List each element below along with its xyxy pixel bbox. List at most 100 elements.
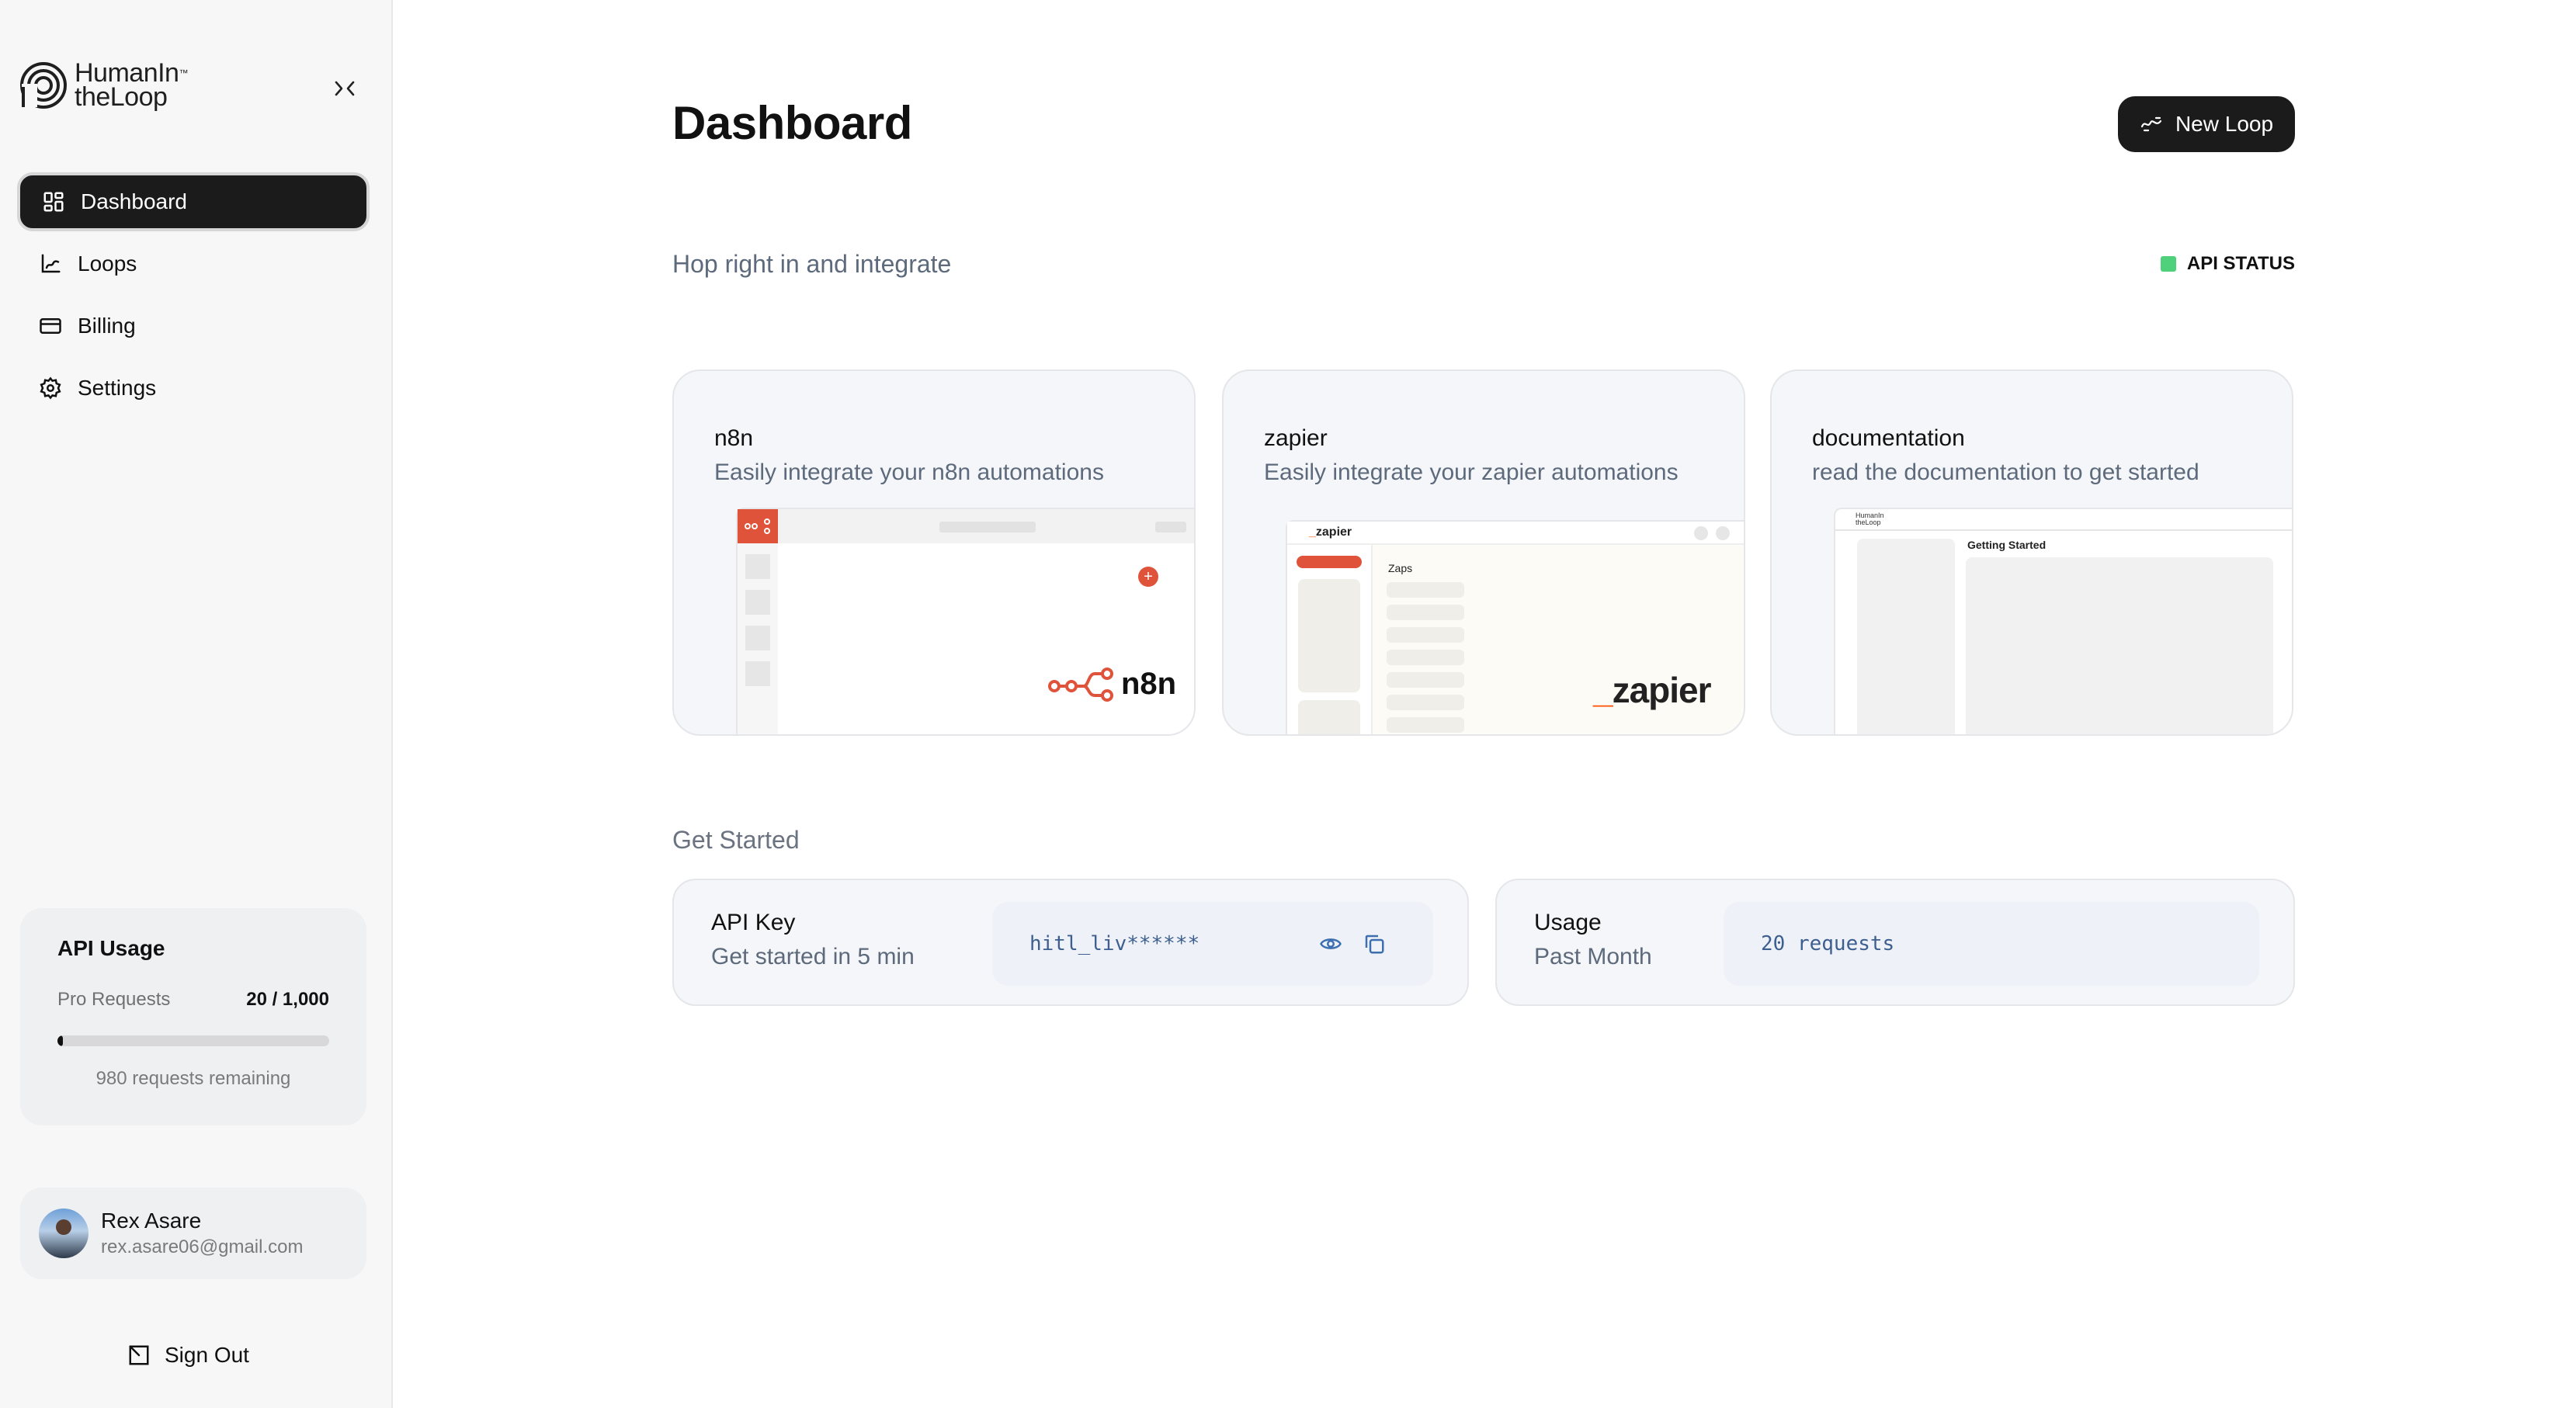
api-key-description: Get started in 5 min xyxy=(711,944,915,969)
get-started-row: API Key Get started in 5 min hitl_liv***… xyxy=(672,879,2295,1006)
zapier-preview-row xyxy=(1387,627,1464,643)
usage-description: Past Month xyxy=(1534,944,1652,969)
sidebar-item-label: Billing xyxy=(78,314,136,338)
brand-wordmark: HumanIn™ theLoop xyxy=(75,60,188,112)
zapier-preview-row xyxy=(1387,582,1464,598)
card-title: n8n xyxy=(714,425,754,451)
zapier-preview-dot xyxy=(1716,526,1730,540)
integration-cards: n8n Easily integrate your n8n automation… xyxy=(672,369,2295,736)
n8n-preview-side-block xyxy=(745,590,770,615)
collapse-icon xyxy=(335,81,355,96)
sidebar-item-label: Dashboard xyxy=(81,189,187,213)
loops-icon xyxy=(41,254,61,273)
copy-icon xyxy=(1365,935,1384,954)
brand-line2: theLoop xyxy=(75,82,168,112)
api-key-value: hitl_liv****** xyxy=(1029,932,1200,955)
zapier-mini-logo-text: zapier xyxy=(1315,525,1352,539)
docs-preview-topbar: HumanIn theLoop xyxy=(1835,509,2292,531)
n8n-mini-icon xyxy=(745,518,770,534)
api-key-card: API Key Get started in 5 min hitl_liv***… xyxy=(672,879,1469,1006)
usage-progress-fill xyxy=(57,1035,63,1046)
usage-card: Usage Past Month 20 requests xyxy=(1495,879,2295,1006)
avatar xyxy=(39,1209,89,1258)
sidebar-item-label: Loops xyxy=(78,251,137,276)
n8n-brand: n8n xyxy=(1048,666,1176,702)
card-title: zapier xyxy=(1264,425,1328,451)
usage-value-box: 20 requests xyxy=(1724,902,2259,986)
logo-mark-icon xyxy=(20,62,67,109)
api-key-title: API Key xyxy=(711,910,796,935)
usage-progress-bar xyxy=(57,1035,329,1046)
docs-preview-content xyxy=(1966,557,2273,734)
usage-value: 20 requests xyxy=(1761,932,1895,955)
api-usage-card: API Usage Pro Requests 20 / 1,000 980 re… xyxy=(20,908,366,1125)
n8n-preview-side-block xyxy=(745,626,770,650)
new-loop-button[interactable]: New Loop xyxy=(2118,96,2295,152)
status-dot xyxy=(2160,256,2176,272)
card-description: read the documentation to get started xyxy=(1812,460,2199,485)
add-node-icon: + xyxy=(1138,567,1158,587)
sidebar-item-settings[interactable]: Settings xyxy=(17,359,370,418)
zapier-preview-row xyxy=(1387,672,1464,688)
sidebar: HumanIn™ theLoop Dashboard Loops Billing… xyxy=(0,0,393,1408)
api-usage-row: Pro Requests 20 / 1,000 xyxy=(57,989,329,1011)
page-title: Dashboard xyxy=(672,97,912,149)
new-loop-icon xyxy=(2140,116,2162,132)
sign-out-icon xyxy=(129,1345,149,1365)
usage-title: Usage xyxy=(1534,910,1602,935)
zapier-mini-logo: _zapier xyxy=(1309,525,1352,539)
gear-icon xyxy=(40,376,61,400)
sidebar-item-loops[interactable]: Loops xyxy=(17,234,370,293)
integrate-heading: Hop right in and integrate xyxy=(672,250,952,278)
n8n-wordmark: n8n xyxy=(1121,666,1177,701)
request-count: 20 / 1,000 xyxy=(246,989,329,1010)
user-name: Rex Asare xyxy=(101,1209,202,1233)
zapier-preview-heading: Zaps xyxy=(1388,562,1413,574)
zapier-card[interactable]: zapier Easily integrate your zapier auto… xyxy=(1222,369,1745,736)
n8n-preview-logo xyxy=(738,509,778,543)
zapier-preview-row xyxy=(1387,717,1464,733)
api-status-indicator[interactable]: API STATUS xyxy=(2160,253,2295,275)
zapier-preview-sidebar xyxy=(1287,545,1373,734)
n8n-preview-tab xyxy=(939,522,1036,532)
zapier-preview-row xyxy=(1387,605,1464,620)
reveal-key-button[interactable] xyxy=(1317,930,1345,958)
docs-preview-sidebar xyxy=(1857,539,1955,734)
docs-preview-heading: Getting Started xyxy=(1967,539,2047,551)
sidebar-item-dashboard[interactable]: Dashboard xyxy=(17,172,370,231)
api-usage-title: API Usage xyxy=(57,936,165,960)
zapier-preview-row xyxy=(1387,650,1464,665)
zapier-preview-topbar: _zapier xyxy=(1287,522,1744,545)
dashboard-icon xyxy=(43,192,64,212)
card-icon xyxy=(40,318,61,334)
zapier-preview: _zapier Zaps _zapier xyxy=(1286,520,1744,734)
brand-tm: ™ xyxy=(179,68,188,78)
card-title: documentation xyxy=(1812,425,1965,451)
zapier-preview-row xyxy=(1387,695,1464,710)
api-status-label: API STATUS xyxy=(2186,253,2295,274)
brand-logo[interactable]: HumanIn™ theLoop xyxy=(19,60,188,112)
sidebar-item-label: Settings xyxy=(78,376,157,400)
n8n-card[interactable]: n8n Easily integrate your n8n automation… xyxy=(672,369,1196,736)
docs-mini-logo: HumanIn theLoop xyxy=(1856,512,1884,526)
requests-remaining: 980 requests remaining xyxy=(95,1068,291,1089)
new-loop-label: New Loop xyxy=(2175,112,2274,136)
n8n-preview-button xyxy=(1155,522,1186,532)
plan-label: Pro Requests xyxy=(57,989,171,1010)
documentation-card[interactable]: documentation read the documentation to … xyxy=(1770,369,2293,736)
n8n-logo-icon xyxy=(1048,668,1113,702)
n8n-preview-side-block xyxy=(745,661,770,686)
n8n-preview-topbar xyxy=(778,509,1194,543)
sign-out-button[interactable]: Sign Out xyxy=(127,1343,249,1368)
user-profile[interactable]: Rex Asare rex.asare06@gmail.com xyxy=(20,1188,366,1279)
sidebar-item-billing[interactable]: Billing xyxy=(17,297,370,355)
zapier-preview-create-button xyxy=(1297,556,1362,568)
eye-icon xyxy=(1320,938,1342,949)
collapse-sidebar-button[interactable] xyxy=(329,75,360,102)
n8n-preview-sidebar xyxy=(738,543,778,734)
sign-out-label: Sign Out xyxy=(165,1343,249,1367)
n8n-preview-side-block xyxy=(745,554,770,579)
copy-key-button[interactable] xyxy=(1360,930,1388,958)
n8n-preview: + n8n xyxy=(736,508,1194,734)
zapier-logo: _zapier xyxy=(1593,670,1712,710)
